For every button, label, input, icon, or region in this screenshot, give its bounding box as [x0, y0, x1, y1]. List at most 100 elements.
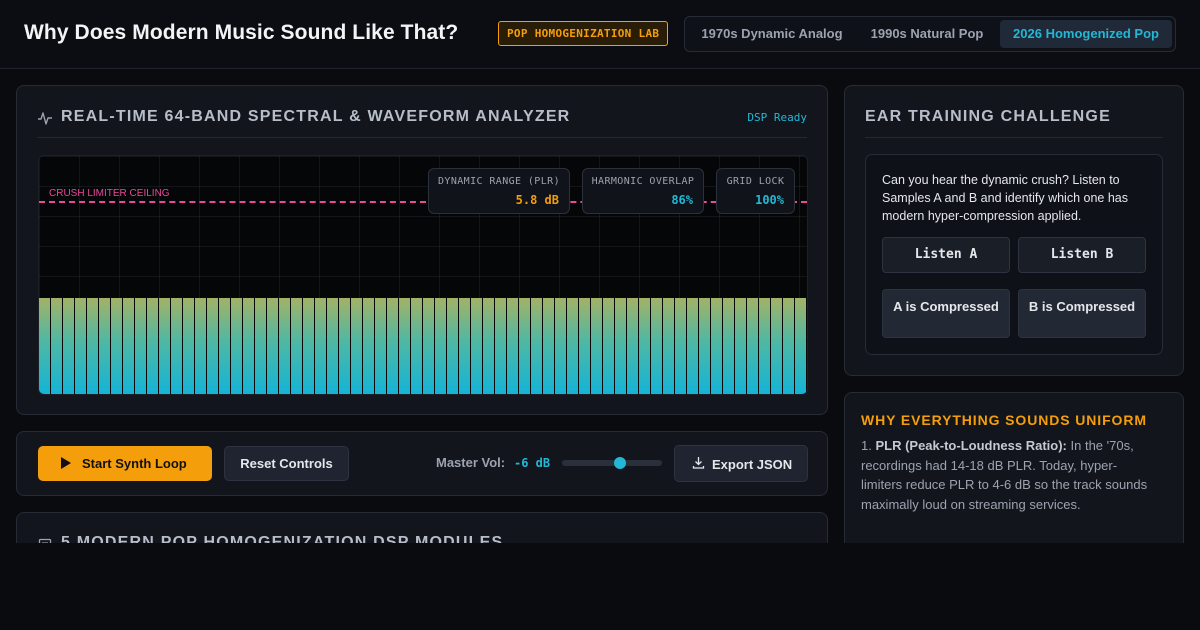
- spectrum-band-24: [315, 298, 326, 394]
- point-term: PLR (Peak-to-Loudness Ratio):: [875, 438, 1067, 453]
- metric-label: HARMONIC OVERLAP: [591, 176, 695, 187]
- spectrum-band-27: [351, 298, 362, 394]
- spectrum-band-12: [171, 298, 182, 394]
- spectrum-band-64: [795, 298, 806, 394]
- spectrum-band-51: [639, 298, 650, 394]
- era-button-2026[interactable]: 2026 Homogenized Pop: [1000, 20, 1172, 48]
- metric-harmonic-overlap: HARMONIC OVERLAP 86%: [582, 168, 704, 214]
- spectrum-band-15: [207, 298, 218, 394]
- analyzer-title: REAL-TIME 64-BAND SPECTRAL & WAVEFORM AN…: [61, 108, 571, 125]
- start-label: Start Synth Loop: [82, 456, 187, 471]
- start-synth-loop-button[interactable]: Start Synth Loop: [38, 446, 212, 481]
- era-button-1970s[interactable]: 1970s Dynamic Analog: [688, 20, 856, 48]
- answer-b-compressed-button[interactable]: B is Compressed: [1018, 289, 1146, 338]
- spectrum-band-49: [615, 298, 626, 394]
- spectrum-band-44: [555, 298, 566, 394]
- spectrum-band-23: [303, 298, 314, 394]
- challenge-question: Can you hear the dynamic crush? Listen t…: [882, 173, 1128, 223]
- why-point-1: 1. PLR (Peak-to-Loudness Ratio): In the …: [861, 436, 1151, 514]
- export-json-button[interactable]: Export JSON: [674, 445, 808, 482]
- ear-training-panel: EAR TRAINING CHALLENGE Can you hear the …: [844, 85, 1184, 376]
- spectrum-band-2: [51, 298, 62, 394]
- dsp-status: DSP Ready: [747, 111, 807, 124]
- spectrum-band-4: [75, 298, 86, 394]
- spectrum-band-33: [423, 298, 434, 394]
- spectrum-band-10: [147, 298, 158, 394]
- metric-grid-lock: GRID LOCK 100%: [716, 168, 795, 214]
- spectrum-band-19: [255, 298, 266, 394]
- spectrum-band-11: [159, 298, 170, 394]
- spectrum-band-1: [39, 298, 50, 394]
- spectrum-band-46: [579, 298, 590, 394]
- spectrum-band-61: [759, 298, 770, 394]
- metric-value: 86%: [671, 193, 693, 207]
- reset-controls-button[interactable]: Reset Controls: [224, 446, 349, 481]
- listen-b-button[interactable]: Listen B: [1018, 237, 1146, 273]
- spectrum-band-32: [411, 298, 422, 394]
- spectrum-band-7: [111, 298, 122, 394]
- analyzer-divider: [37, 137, 807, 138]
- lab-badge: POP HOMOGENIZATION LAB: [498, 21, 669, 46]
- spectrum-band-20: [267, 298, 278, 394]
- metric-value: 5.8 dB: [515, 193, 559, 207]
- spectrum-band-28: [363, 298, 374, 394]
- spectrum-band-29: [375, 298, 386, 394]
- spectrum-band-14: [195, 298, 206, 394]
- metric-label: GRID LOCK: [726, 176, 785, 187]
- spectrum-band-48: [603, 298, 614, 394]
- spectrum-band-30: [387, 298, 398, 394]
- spectrum-band-36: [459, 298, 470, 394]
- slider-thumb[interactable]: [614, 457, 626, 469]
- spectral-analyzer-panel: REAL-TIME 64-BAND SPECTRAL & WAVEFORM AN…: [16, 85, 828, 415]
- era-button-1990s[interactable]: 1990s Natural Pop: [856, 20, 998, 48]
- spectrum-band-9: [135, 298, 146, 394]
- why-title: WHY EVERYTHING SOUNDS UNIFORM: [861, 412, 1147, 428]
- master-volume-slider[interactable]: [562, 457, 662, 469]
- challenge-card: Can you hear the dynamic crush? Listen t…: [865, 154, 1163, 355]
- spectrum-band-35: [447, 298, 458, 394]
- metric-label: DYNAMIC RANGE (PLR): [438, 176, 560, 187]
- master-volume-value: -6 dB: [514, 456, 551, 470]
- listen-a-button[interactable]: Listen A: [882, 237, 1010, 273]
- point-number: 1.: [861, 438, 872, 453]
- spectrum-band-55: [687, 298, 698, 394]
- spectrum-band-38: [483, 298, 494, 394]
- play-icon: [61, 457, 71, 469]
- spectrum-band-50: [627, 298, 638, 394]
- spectrum-band-16: [219, 298, 230, 394]
- spectrum-band-37: [471, 298, 482, 394]
- spectrum-band-47: [591, 298, 602, 394]
- answer-a-compressed-button[interactable]: A is Compressed: [882, 289, 1010, 338]
- transport-controls: Start Synth Loop Reset Controls Master V…: [16, 431, 828, 496]
- spectrum-band-43: [543, 298, 554, 394]
- spectrum-display: CRUSH LIMITER CEILING DYNAMIC RANGE (PLR…: [38, 155, 808, 395]
- spectrum-band-41: [519, 298, 530, 394]
- metric-value: 100%: [755, 193, 784, 207]
- spectrum-band-6: [99, 298, 110, 394]
- spectrum-band-40: [507, 298, 518, 394]
- spectrum-band-63: [783, 298, 794, 394]
- spectrum-band-18: [243, 298, 254, 394]
- spectrum-band-52: [651, 298, 662, 394]
- spectrum-band-22: [291, 298, 302, 394]
- spectrum-band-56: [699, 298, 710, 394]
- era-selector: 1970s Dynamic Analog 1990s Natural Pop 2…: [684, 16, 1176, 52]
- spectrum-band-34: [435, 298, 446, 394]
- metric-dynamic-range: DYNAMIC RANGE (PLR) 5.8 dB: [428, 168, 570, 214]
- spectrum-band-59: [735, 298, 746, 394]
- ear-training-divider: [865, 137, 1163, 138]
- spectrum-band-60: [747, 298, 758, 394]
- spectrum-band-13: [183, 298, 194, 394]
- spectrum-band-57: [711, 298, 722, 394]
- spectrum-band-21: [279, 298, 290, 394]
- spectrum-band-62: [771, 298, 782, 394]
- spectrum-band-17: [231, 298, 242, 394]
- spectrum-band-3: [63, 298, 74, 394]
- spectrum-band-39: [495, 298, 506, 394]
- master-volume-label: Master Vol:: [436, 455, 506, 470]
- spectrum-band-58: [723, 298, 734, 394]
- spectrum-band-31: [399, 298, 410, 394]
- viewport-bottom: [0, 543, 1200, 630]
- spectrum-band-45: [567, 298, 578, 394]
- ear-training-title: EAR TRAINING CHALLENGE: [865, 108, 1111, 125]
